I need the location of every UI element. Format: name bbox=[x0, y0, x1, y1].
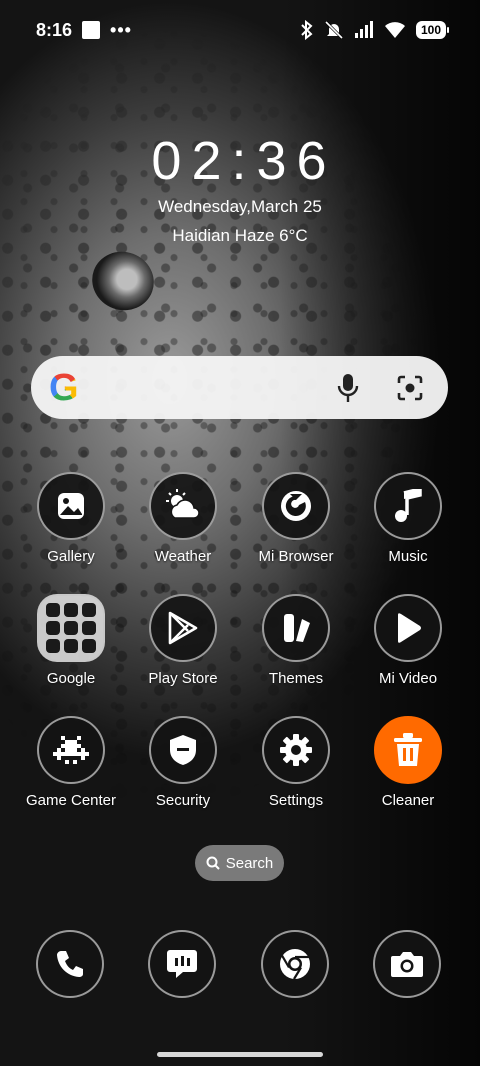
battery-indicator: 100 bbox=[415, 21, 450, 39]
play-store-icon bbox=[149, 594, 217, 662]
themes-icon bbox=[262, 594, 330, 662]
folder-app-drive-icon bbox=[46, 621, 60, 635]
camera-icon bbox=[373, 930, 441, 998]
video-play-icon bbox=[374, 594, 442, 662]
app-music[interactable]: Music bbox=[352, 472, 464, 565]
bluetooth-icon bbox=[301, 20, 313, 40]
game-icon bbox=[37, 716, 105, 784]
shield-icon bbox=[149, 716, 217, 784]
dock-camera[interactable] bbox=[373, 930, 441, 998]
google-logo-icon: G bbox=[49, 366, 79, 409]
app-label: Settings bbox=[268, 792, 324, 809]
mic-icon[interactable] bbox=[328, 368, 368, 408]
app-label: Music bbox=[388, 548, 428, 565]
app-mi-video[interactable]: Mi Video bbox=[352, 594, 464, 687]
app-label: Cleaner bbox=[381, 792, 435, 809]
search-pill-label: Search bbox=[225, 854, 274, 872]
notification-square-icon bbox=[82, 21, 101, 39]
app-cleaner[interactable]: Cleaner bbox=[352, 716, 464, 809]
gallery-icon bbox=[37, 472, 105, 540]
folder-app-photos-icon bbox=[46, 639, 60, 653]
clock-time[interactable]: 02:36 bbox=[0, 130, 480, 192]
status-time: 8:16 bbox=[36, 19, 73, 40]
google-search-bar[interactable]: G bbox=[31, 356, 448, 419]
weather-summary[interactable]: Haidian Haze 6°C bbox=[0, 226, 480, 246]
chrome-icon bbox=[261, 930, 329, 998]
app-label: Weather bbox=[154, 548, 212, 565]
message-icon bbox=[148, 930, 216, 998]
app-settings[interactable]: Settings bbox=[240, 716, 352, 809]
folder-icon bbox=[37, 594, 105, 662]
app-label: Google bbox=[46, 670, 96, 687]
gear-icon bbox=[262, 716, 330, 784]
more-notifications-icon: ••• bbox=[110, 19, 132, 40]
app-mi-browser[interactable]: Mi Browser bbox=[240, 472, 352, 565]
app-label: Themes bbox=[268, 670, 324, 687]
folder-app-maps-icon bbox=[82, 603, 96, 617]
folder-app-contacts-icon bbox=[82, 639, 96, 653]
folder-app-gmail-icon bbox=[64, 603, 78, 617]
weather-icon bbox=[149, 472, 217, 540]
app-label: Security bbox=[155, 792, 211, 809]
search-icon bbox=[206, 856, 220, 870]
app-label: Mi Browser bbox=[258, 548, 334, 565]
music-icon bbox=[374, 472, 442, 540]
app-gallery[interactable]: Gallery bbox=[15, 472, 127, 565]
folder-google[interactable]: Google bbox=[15, 594, 127, 687]
app-play-store[interactable]: Play Store bbox=[127, 594, 239, 687]
app-label: Gallery bbox=[47, 548, 95, 565]
app-search-button[interactable]: Search bbox=[195, 845, 284, 881]
app-label: Mi Video bbox=[378, 670, 438, 687]
clock-date[interactable]: Wednesday,March 25 bbox=[0, 197, 480, 217]
app-label: Game Center bbox=[25, 792, 117, 809]
status-bar: 8:16 ••• 100 bbox=[0, 0, 480, 60]
app-themes[interactable]: Themes bbox=[240, 594, 352, 687]
app-label: Play Store bbox=[148, 670, 218, 687]
trash-icon bbox=[374, 716, 442, 784]
silent-bell-icon bbox=[324, 20, 344, 40]
home-gesture-bar[interactable] bbox=[157, 1052, 323, 1057]
wifi-icon bbox=[384, 22, 405, 38]
dock-phone[interactable] bbox=[36, 930, 104, 998]
folder-app-meet-icon bbox=[82, 621, 96, 635]
folder-app-music-icon bbox=[64, 639, 78, 653]
dock-messages[interactable] bbox=[148, 930, 216, 998]
folder-app-youtube-icon bbox=[64, 621, 78, 635]
browser-icon bbox=[262, 472, 330, 540]
app-security[interactable]: Security bbox=[127, 716, 239, 809]
dock-chrome[interactable] bbox=[261, 930, 329, 998]
camera-lens-icon[interactable] bbox=[390, 368, 430, 408]
app-weather[interactable]: Weather bbox=[127, 472, 239, 565]
signal-icon bbox=[354, 21, 373, 38]
phone-icon bbox=[36, 930, 104, 998]
app-game-center[interactable]: Game Center bbox=[15, 716, 127, 809]
folder-app-google-icon bbox=[46, 603, 60, 617]
